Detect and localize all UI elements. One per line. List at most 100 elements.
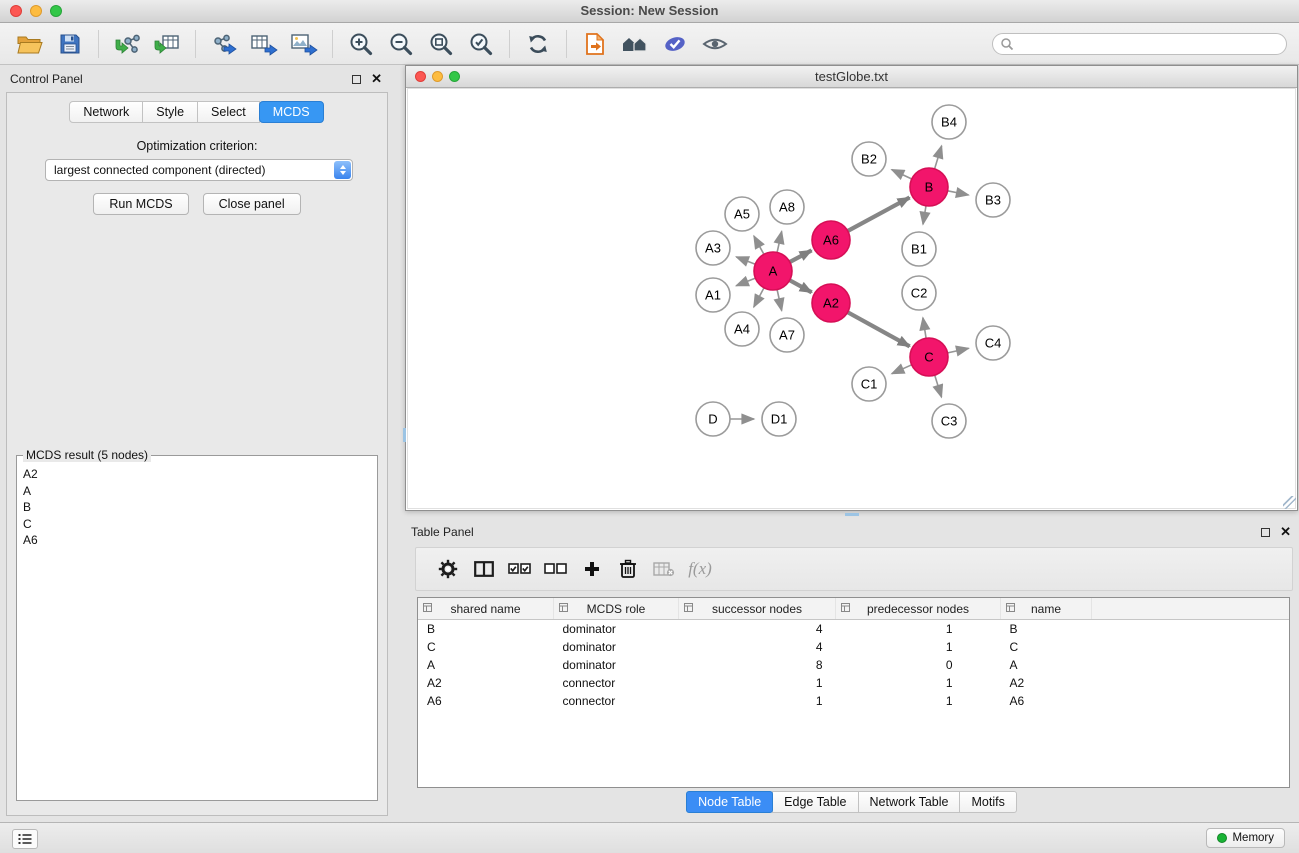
graph-node-B[interactable]: B <box>910 168 948 206</box>
table-cell[interactable]: connector <box>554 674 679 692</box>
table-row[interactable]: Cdominator41C <box>418 638 1289 656</box>
table-row[interactable]: Bdominator41B <box>418 620 1289 639</box>
table-cell[interactable]: 8 <box>679 656 836 674</box>
graph-node-C4[interactable]: C4 <box>976 326 1010 360</box>
graph-node-B2[interactable]: B2 <box>852 142 886 176</box>
close-panel-icon[interactable]: ✕ <box>1280 527 1291 537</box>
table-cell[interactable]: 1 <box>679 674 836 692</box>
column-header-name[interactable]: name <box>1001 598 1092 620</box>
graph-node-D1[interactable]: D1 <box>762 402 796 436</box>
tab-edge-table[interactable]: Edge Table <box>772 791 858 813</box>
mcds-result-item[interactable]: B <box>23 499 371 516</box>
table-cell[interactable]: 1 <box>836 674 1001 692</box>
graph-node-B1[interactable]: B1 <box>902 232 936 266</box>
graph-node-D[interactable]: D <box>696 402 730 436</box>
edge-B-B1[interactable] <box>923 206 926 225</box>
run-mcds-button[interactable]: Run MCDS <box>93 193 188 215</box>
mcds-result-item[interactable]: A2 <box>23 466 371 483</box>
tab-motifs[interactable]: Motifs <box>959 791 1016 813</box>
table-cell[interactable]: 1 <box>836 638 1001 656</box>
graph-node-B3[interactable]: B3 <box>976 183 1010 217</box>
splitter-handle[interactable] <box>845 513 859 516</box>
graph-node-A5[interactable]: A5 <box>725 197 759 231</box>
tab-style[interactable]: Style <box>142 101 198 123</box>
edge-C-C2[interactable] <box>923 318 926 339</box>
table-cell[interactable]: connector <box>554 692 679 710</box>
column-header-predecessor-nodes[interactable]: predecessor nodes <box>836 598 1001 620</box>
network-canvas[interactable]: B4B2BB3A8A5A6B1A3AC2A1A2A4A7C4CC1C3DD1 <box>407 88 1296 509</box>
float-panel-icon[interactable] <box>352 75 361 84</box>
add-column-button[interactable] <box>574 552 610 586</box>
mcds-result-item[interactable]: A <box>23 483 371 500</box>
import-table-button[interactable] <box>147 26 187 62</box>
table-cell[interactable]: 4 <box>679 638 836 656</box>
edge-A-A6[interactable] <box>790 250 812 262</box>
graph-node-A7[interactable]: A7 <box>770 318 804 352</box>
table-cell[interactable]: 1 <box>836 692 1001 710</box>
edge-A-A8[interactable] <box>777 231 782 252</box>
column-header-MCDS-role[interactable]: MCDS role <box>554 598 679 620</box>
table-cell[interactable]: B <box>1001 620 1092 639</box>
mcds-result-item[interactable]: A6 <box>23 532 371 549</box>
edge-A-A1[interactable] <box>736 278 755 286</box>
table-cell[interactable]: C <box>418 638 554 656</box>
edge-B-B2[interactable] <box>892 170 912 179</box>
table-cell[interactable]: 1 <box>836 620 1001 639</box>
tab-network[interactable]: Network <box>69 101 143 123</box>
search-input[interactable] <box>1018 36 1286 52</box>
edge-A-A5[interactable] <box>754 236 764 254</box>
zoom-out-button[interactable] <box>381 26 421 62</box>
table-cell[interactable]: A2 <box>418 674 554 692</box>
edge-C-C4[interactable] <box>948 348 969 353</box>
memory-button[interactable]: Memory <box>1206 828 1285 848</box>
graph-node-A3[interactable]: A3 <box>696 231 730 265</box>
graph-node-A1[interactable]: A1 <box>696 278 730 312</box>
tab-network-table[interactable]: Network Table <box>858 791 961 813</box>
column-header-shared-name[interactable]: shared name <box>418 598 554 620</box>
validator-button[interactable] <box>655 26 695 62</box>
mcds-result-item[interactable]: C <box>23 516 371 533</box>
table-cell[interactable]: A <box>1001 656 1092 674</box>
optimization-criterion-dropdown[interactable]: largest connected component (directed) <box>45 159 353 181</box>
table-cell[interactable]: dominator <box>554 620 679 639</box>
edge-B-B3[interactable] <box>948 191 969 195</box>
show-graphics-details-button[interactable] <box>695 26 735 62</box>
export-network-button[interactable] <box>204 26 244 62</box>
refresh-layout-button[interactable] <box>518 26 558 62</box>
table-row[interactable]: A6connector11A6 <box>418 692 1289 710</box>
table-cell[interactable]: B <box>418 620 554 639</box>
save-session-button[interactable] <box>50 26 90 62</box>
table-cell[interactable]: A6 <box>418 692 554 710</box>
edge-A-A3[interactable] <box>736 257 755 264</box>
zoom-in-button[interactable] <box>341 26 381 62</box>
network-window-titlebar[interactable]: testGlobe.txt <box>406 66 1297 88</box>
edge-C-C1[interactable] <box>892 365 912 374</box>
export-table-button[interactable] <box>244 26 284 62</box>
graph-node-B4[interactable]: B4 <box>932 105 966 139</box>
graph-node-A[interactable]: A <box>754 252 792 290</box>
edge-A6-B[interactable] <box>848 198 910 232</box>
function-builder-button[interactable]: f(x) <box>682 552 718 586</box>
tab-node-table[interactable]: Node Table <box>686 791 773 813</box>
edge-A2-C[interactable] <box>848 312 910 346</box>
export-document-button[interactable] <box>575 26 615 62</box>
graph-node-C2[interactable]: C2 <box>902 276 936 310</box>
edge-B-B4[interactable] <box>935 146 942 169</box>
splitter-handle[interactable] <box>403 428 406 442</box>
edge-A-A2[interactable] <box>790 280 812 292</box>
close-panel-icon[interactable]: ✕ <box>371 74 382 84</box>
edge-A-A4[interactable] <box>754 288 764 307</box>
table-cell[interactable]: A <box>418 656 554 674</box>
task-history-button[interactable] <box>12 829 38 849</box>
show-columns-button[interactable] <box>466 552 502 586</box>
open-session-button[interactable] <box>10 26 50 62</box>
table-row[interactable]: Adominator80A <box>418 656 1289 674</box>
select-all-button[interactable] <box>502 552 538 586</box>
graph-node-A6[interactable]: A6 <box>812 221 850 259</box>
network-overview-button[interactable] <box>615 26 655 62</box>
zoom-selected-button[interactable] <box>461 26 501 62</box>
edge-C-C3[interactable] <box>935 375 942 397</box>
table-cell[interactable]: 0 <box>836 656 1001 674</box>
column-header-successor-nodes[interactable]: successor nodes <box>679 598 836 620</box>
network-graph[interactable]: B4B2BB3A8A5A6B1A3AC2A1A2A4A7C4CC1C3DD1 <box>408 89 1297 510</box>
